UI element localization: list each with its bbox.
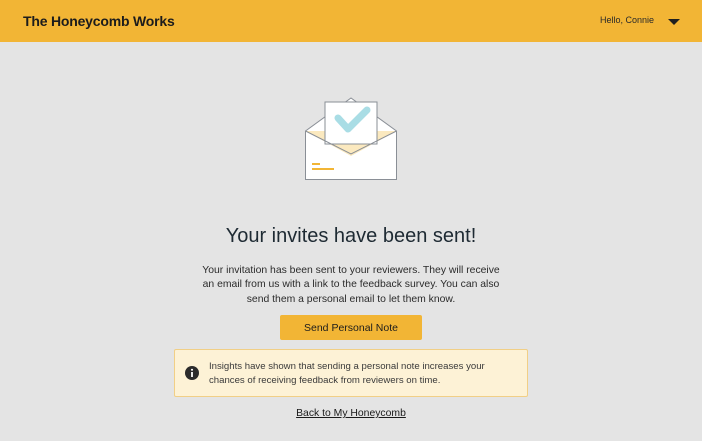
user-menu[interactable]: Hello, Connie [600,14,680,25]
confirmation-message: Your invitation has been sent to your re… [202,265,500,305]
brand-logo[interactable]: The Honeycomb Works [23,13,175,29]
back-link-container: Back to My Honeycomb [0,408,702,419]
send-personal-note-button[interactable]: Send Personal Note [280,315,422,340]
envelope-check-icon [305,97,397,180]
info-icon [185,366,199,380]
info-text: Insights have shown that sending a perso… [209,361,485,386]
caret-down-icon[interactable] [668,18,680,25]
back-to-honeycomb-link[interactable]: Back to My Honeycomb [296,408,406,419]
page-title: Your invites have been sent! [225,225,477,247]
info-callout: Insights have shown that sending a perso… [174,349,528,397]
user-greeting[interactable]: Hello, Connie [600,15,654,25]
top-bar: The Honeycomb Works Hello, Connie [0,0,702,42]
